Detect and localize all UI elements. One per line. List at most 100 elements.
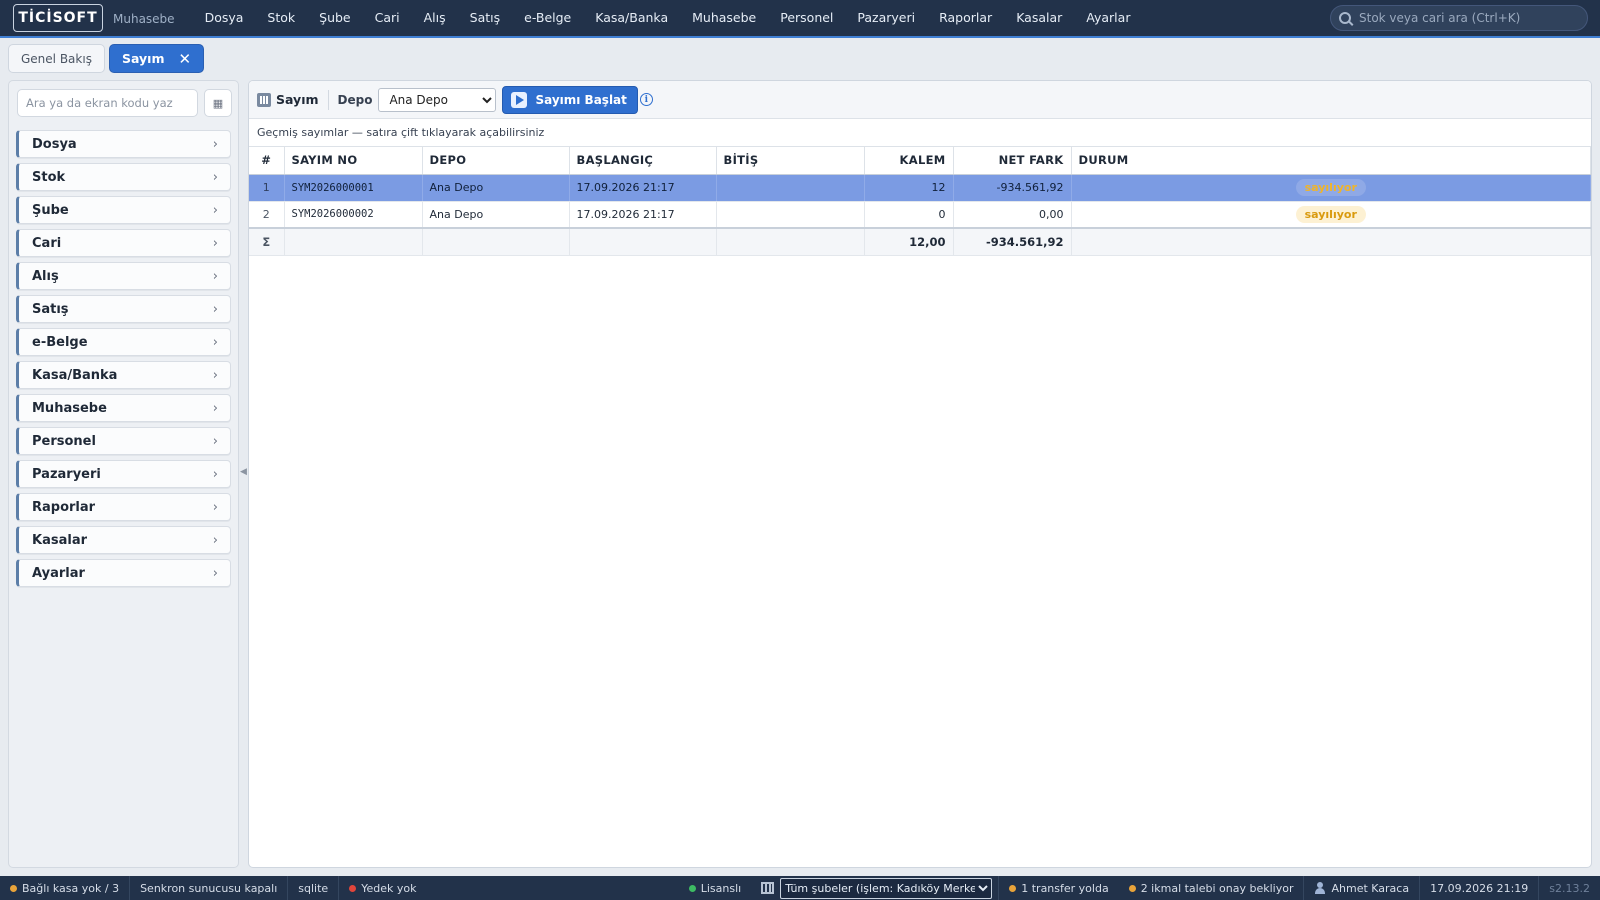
menu-item-kasalar[interactable]: Kasalar [1004,0,1074,36]
sidebar-item-label: Cari [32,235,62,251]
menu-item-raporlar[interactable]: Raporlar [927,0,1004,36]
sidebar-item-label: Pazaryeri [32,466,101,482]
start-count-label: Sayımı Başlat [535,92,627,107]
hint-text: Geçmiş sayımlar — satıra çift tıklayarak… [249,119,1591,147]
col-header-depo[interactable]: DEPO [422,147,570,175]
count-table: # SAYIM NO DEPO BAŞLANGIÇ BİTİŞ KALEM NE… [249,147,1591,256]
search-icon [1339,12,1351,24]
toolbar-divider [327,89,329,110]
sidebar-item-sube[interactable]: Şube › [16,196,231,224]
col-header-kalem[interactable]: KALEM [864,147,954,175]
total-empty-cell [569,227,717,256]
menu-item-pazaryeri[interactable]: Pazaryeri [845,0,927,36]
cell-durum: sayılıyor [1071,201,1591,229]
status-dot-icon [10,884,17,892]
status-sync-text: Senkron sunucusu kapalı [140,881,278,895]
tab-sayim[interactable]: Sayım ✕ [108,44,205,73]
status-kasa: Bağlı kasa yok / 3 [0,876,131,900]
sidebar-item-raporlar[interactable]: Raporlar › [16,493,231,521]
sidebar-item-stok[interactable]: Stok › [16,163,231,191]
play-icon [511,91,528,108]
sidebar-item-label: Şube [32,202,69,218]
branch-select[interactable]: Tüm şubeler (işlem: Kadıköy Merkez) [780,877,993,899]
cell-net-fark: 0,00 [953,201,1072,229]
status-user[interactable]: Ahmet Karaca [1304,876,1421,900]
table-row[interactable]: 2 SYM2026000002 Ana Depo 17.09.2026 21:1… [249,201,1591,229]
sidebar-item-pazaryeri[interactable]: Pazaryeri › [16,460,231,488]
sidebar-search-input[interactable] [17,89,198,117]
menu-item-sube[interactable]: Şube [307,0,362,36]
col-header-durum[interactable]: DURUM [1071,147,1591,175]
menu-item-stok[interactable]: Stok [255,0,307,36]
chevron-right-icon: › [212,334,218,350]
status-backup: Yedek yok [339,876,426,900]
status-user-text: Ahmet Karaca [1331,881,1410,895]
sidebar-item-cari[interactable]: Cari › [16,229,231,257]
sidebar-item-muhasebe[interactable]: Muhasebe › [16,394,231,422]
cell-durum: sayılıyor [1071,174,1591,202]
global-search[interactable] [1330,5,1588,31]
status-version: s2.13.2 [1539,876,1600,900]
status-dot-icon [1009,884,1017,892]
total-empty-cell [1071,227,1591,256]
start-count-button[interactable]: Sayımı Başlat [502,85,638,114]
menu-item-ebelge[interactable]: e-Belge [512,0,583,36]
sidebar-item-satis[interactable]: Satış › [16,295,231,323]
status-version-text: s2.13.2 [1549,881,1590,895]
main-panel: Sayım Depo Ana Depo Sayımı Başlat i Geçm… [248,80,1592,868]
status-license-text: Lisanslı [700,881,742,895]
menu-item-personel[interactable]: Personel [768,0,845,36]
status-badge: sayılıyor [1295,205,1366,223]
total-net-fark: -934.561,92 [953,227,1072,256]
menu-item-cari[interactable]: Cari [363,0,412,36]
grid-icon[interactable]: ▦ [204,89,232,117]
chevron-right-icon: › [212,268,218,284]
status-transfer[interactable]: 1 transfer yolda [999,876,1118,900]
chevron-right-icon: › [212,400,218,416]
info-icon[interactable]: i [639,93,653,106]
table-row[interactable]: 1 SYM2026000001 Ana Depo 17.09.2026 21:1… [249,174,1591,202]
user-icon [1314,882,1326,894]
sidebar-item-label: e-Belge [32,334,88,350]
menu-item-dosya[interactable]: Dosya [193,0,256,36]
sidebar-item-alis[interactable]: Alış › [16,262,231,290]
cell-depo: Ana Depo [422,201,570,229]
menu-item-ayarlar[interactable]: Ayarlar [1074,0,1142,36]
depo-select[interactable]: Ana Depo [378,87,497,112]
col-header-index[interactable]: # [249,147,285,175]
sidebar-item-personel[interactable]: Personel › [16,427,231,455]
collapse-sidebar-icon[interactable]: ◀ [240,467,247,477]
close-icon[interactable]: ✕ [178,50,191,68]
cell-index: 1 [249,174,285,202]
col-header-sayim-no[interactable]: SAYIM NO [284,147,423,175]
sigma-icon: Σ [249,227,285,256]
status-transfer-text: 1 transfer yolda [1021,881,1109,895]
sidebar-item-kasalar[interactable]: Kasalar › [16,526,231,554]
status-right: Lisanslı Tüm şubeler (işlem: Kadıköy Mer… [679,876,1600,900]
status-ikmal[interactable]: 2 ikmal talebi onay bekliyor [1119,876,1305,900]
col-header-bitis[interactable]: BİTİŞ [716,147,865,175]
status-db: sqlite [288,876,340,900]
sidebar-item-ayarlar[interactable]: Ayarlar › [16,559,231,587]
status-db-text: sqlite [298,881,329,895]
chevron-right-icon: › [212,499,218,515]
menu-item-satis[interactable]: Satış [458,0,512,36]
total-empty-cell [284,227,423,256]
menu-item-alis[interactable]: Alış [412,0,458,36]
menu-item-muhasebe[interactable]: Muhasebe [680,0,768,36]
col-header-baslangic[interactable]: BAŞLANGIÇ [569,147,717,175]
status-datetime: 17.09.2026 21:19 [1420,876,1540,900]
col-header-net-fark[interactable]: NET FARK [953,147,1072,175]
menu-item-kasa-banka[interactable]: Kasa/Banka [583,0,680,36]
sidebar-item-ebelge[interactable]: e-Belge › [16,328,231,356]
global-search-input[interactable] [1359,11,1579,25]
sidebar-item-label: Alış [32,268,59,284]
status-datetime-text: 17.09.2026 21:19 [1430,881,1529,895]
app-logo[interactable]: TİCİSOFT [13,4,103,32]
app-subtitle: Muhasebe [113,12,175,26]
tab-genel-bakis[interactable]: Genel Bakış [8,44,105,73]
cell-net-fark: -934.561,92 [953,174,1072,202]
tab-sayim-label: Sayım [121,51,165,66]
sidebar-item-kasa-banka[interactable]: Kasa/Banka › [16,361,231,389]
sidebar-item-dosya[interactable]: Dosya › [16,130,231,158]
